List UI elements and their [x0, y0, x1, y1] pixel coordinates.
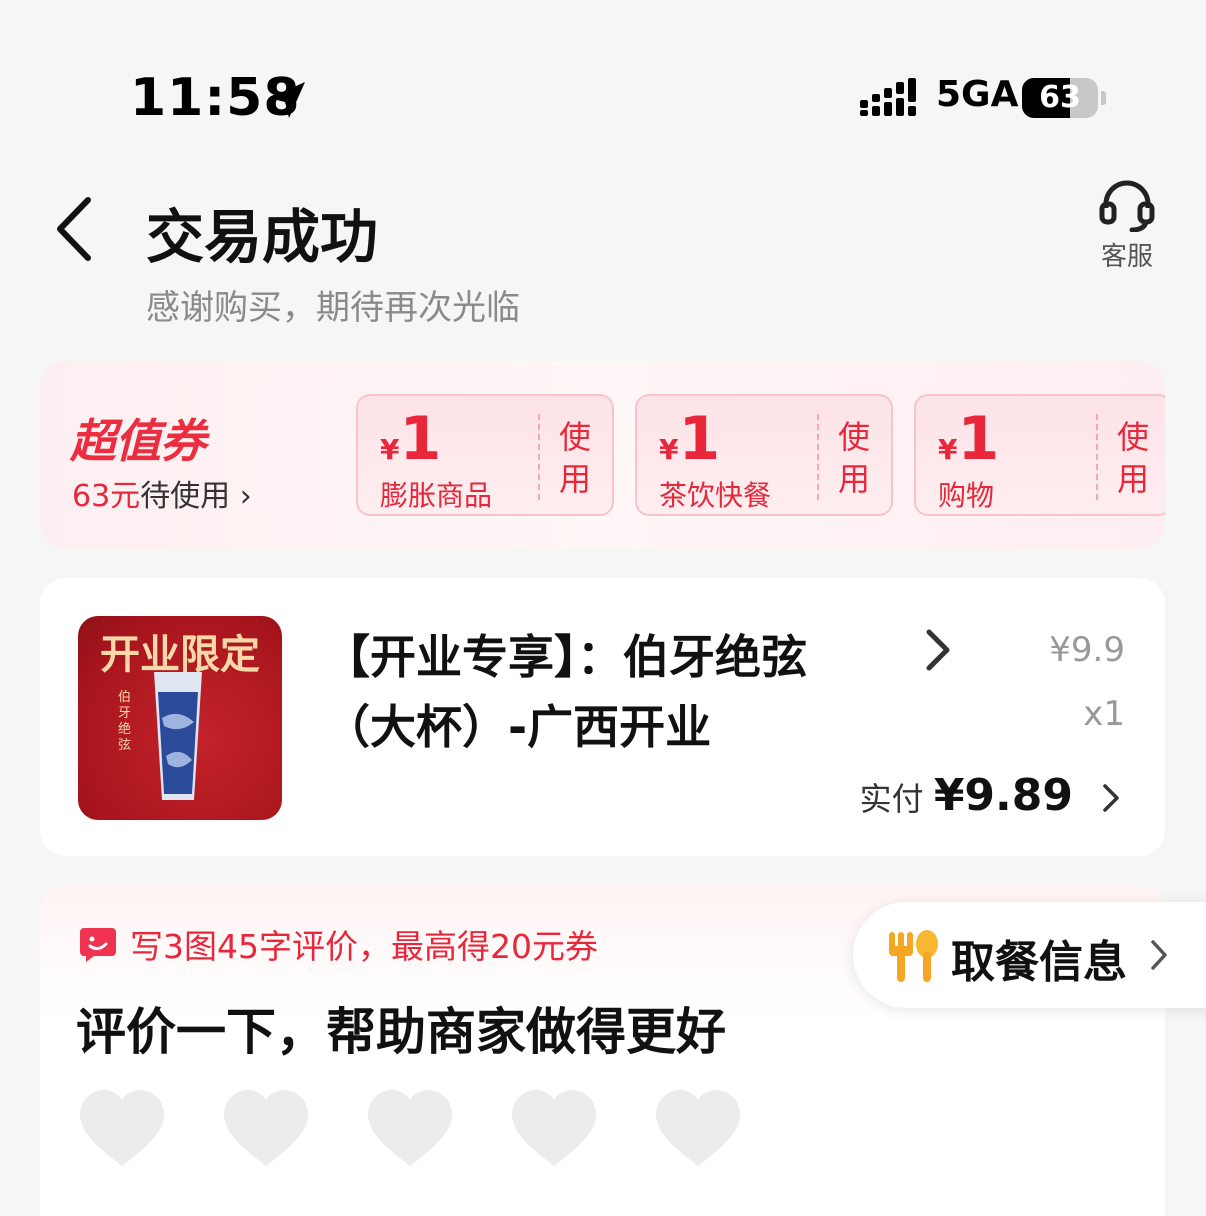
- coupon-ticket-1[interactable]: ¥1 膨胀商品 使用: [356, 394, 614, 516]
- ticket-currency: ¥: [659, 433, 679, 466]
- ticket-value: 1: [957, 404, 1000, 474]
- pickup-info-button[interactable]: 取餐信息: [853, 902, 1206, 1008]
- back-chevron-icon[interactable]: [52, 196, 96, 262]
- ticket-divider: [1096, 414, 1098, 500]
- coupon-ticket-3[interactable]: ¥1 购物 使用: [914, 394, 1165, 516]
- tea-cup-icon: [154, 672, 202, 800]
- ticket-value: 1: [399, 404, 442, 474]
- paid-amount[interactable]: 实付 ¥9.89: [860, 770, 1073, 821]
- page-subtitle: 感谢购买，期待再次光临: [146, 288, 520, 328]
- battery-percent: 63: [1039, 80, 1081, 115]
- ticket-category: 购物: [938, 479, 995, 512]
- rating-heart-4[interactable]: [508, 1086, 600, 1170]
- ticket-category: 膨胀商品: [380, 479, 493, 512]
- customer-service-label: 客服: [1100, 242, 1153, 272]
- coupon-ticket-2[interactable]: ¥1 茶饮快餐 使用: [635, 394, 893, 516]
- rating-heart-5[interactable]: [652, 1086, 744, 1170]
- product-name[interactable]: 【开业专享】：伯牙绝弦（大杯）-广西开业: [324, 622, 894, 762]
- coupon-pending-link[interactable]: 63元待使用 ›: [72, 471, 252, 515]
- rating-heart-2[interactable]: [220, 1086, 312, 1170]
- product-price: ¥9.9: [1049, 630, 1125, 670]
- network-type: 5GA: [936, 74, 1019, 115]
- ticket-use-button[interactable]: 使用: [558, 416, 592, 500]
- utensils-icon: [889, 930, 938, 982]
- location-arrow-icon: [269, 82, 305, 118]
- paid-chevron-right-icon[interactable]: [1101, 782, 1121, 814]
- ticket-use-button[interactable]: 使用: [1116, 416, 1150, 500]
- signal-icon: [860, 78, 916, 116]
- order-card: 开业限定 伯牙绝弦 【开业专享】：伯牙绝弦（大杯）-广西开业 ¥9.9 x1 实…: [40, 578, 1165, 856]
- paid-value: ¥9.89: [933, 770, 1073, 821]
- rating-heart-1[interactable]: [76, 1086, 168, 1170]
- product-image[interactable]: 开业限定 伯牙绝弦: [78, 616, 282, 820]
- page-title: 交易成功: [146, 203, 379, 271]
- headset-icon: [1099, 180, 1155, 232]
- review-promo-text: 写3图45字评价，最高得20元券: [130, 927, 598, 966]
- rating-heart-3[interactable]: [364, 1086, 456, 1170]
- product-quantity: x1: [1083, 694, 1125, 734]
- ticket-divider: [538, 414, 540, 500]
- ticket-divider: [817, 414, 819, 500]
- review-title: 评价一下，帮助商家做得更好: [76, 1003, 726, 1061]
- coupon-card: 超值券 63元待使用 › ¥1 膨胀商品 使用 ¥1 茶饮快餐 使用 ¥1 购物…: [40, 361, 1165, 549]
- battery-tip: [1101, 91, 1106, 105]
- ticket-currency: ¥: [380, 433, 400, 466]
- coupon-pending-label: 待使用: [140, 479, 231, 514]
- product-image-side-text: 伯牙绝弦: [118, 690, 132, 753]
- coupon-brand: 超值券: [70, 414, 206, 468]
- ticket-value: 1: [678, 404, 721, 474]
- ticket-currency: ¥: [938, 433, 958, 466]
- product-chevron-right-icon[interactable]: [923, 628, 953, 672]
- ticket-use-button[interactable]: 使用: [837, 416, 871, 500]
- review-chat-icon: [80, 928, 116, 962]
- pickup-info-label: 取餐信息: [951, 937, 1127, 988]
- pickup-chevron-right-icon: [1151, 940, 1167, 970]
- coupon-pending-amount: 63元: [72, 479, 141, 514]
- paid-label: 实付: [859, 780, 924, 818]
- battery-icon: 63: [1022, 78, 1098, 118]
- customer-service-button[interactable]: 客服: [1090, 178, 1164, 273]
- ticket-category: 茶饮快餐: [659, 479, 772, 512]
